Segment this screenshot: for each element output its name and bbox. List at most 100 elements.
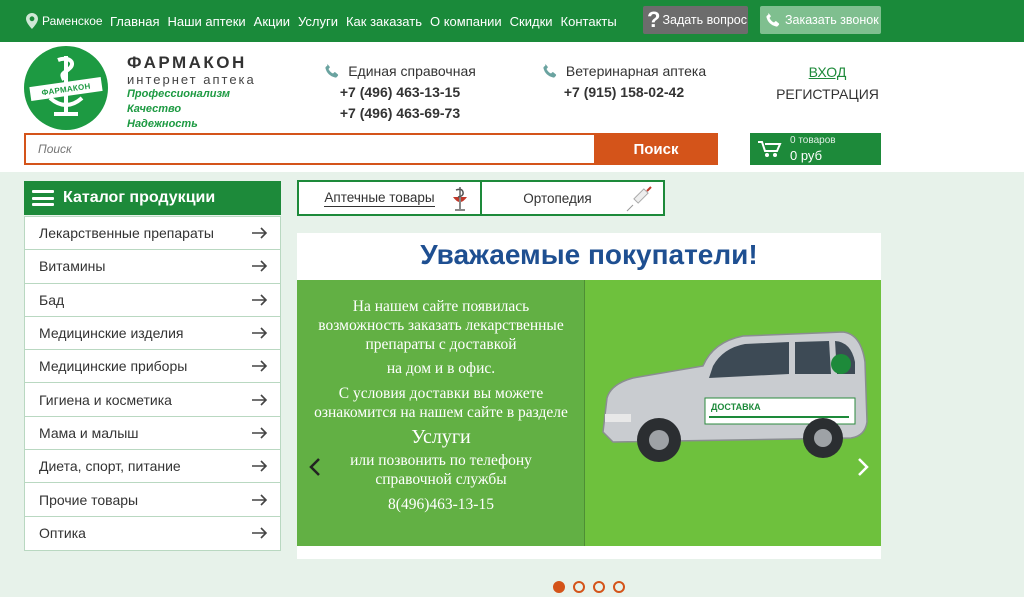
nav-promotions[interactable]: Акции bbox=[254, 14, 290, 29]
main-contact-block: Единая справочная +7 (496) 463-13-15 +7 … bbox=[300, 63, 500, 121]
slider-dot-2[interactable] bbox=[573, 581, 585, 593]
tab-orthopedics-label: Ортопедия bbox=[523, 190, 592, 206]
banner-line: справочной службы bbox=[375, 471, 507, 488]
search-field bbox=[24, 133, 594, 165]
catalog-item-mother-baby[interactable]: Мама и малыш bbox=[25, 417, 280, 451]
vet-contact-title: Ветеринарная аптека bbox=[565, 63, 707, 79]
banner-line: на дом и в офис. bbox=[386, 360, 496, 377]
tab-pharmacy-goods-label: Аптечные товары bbox=[324, 189, 435, 207]
catalog-item-medicines[interactable]: Лекарственные препараты bbox=[25, 217, 280, 251]
catalog-item-other[interactable]: Прочие товары bbox=[25, 483, 280, 517]
banner-line: С условия доставки вы можете bbox=[338, 385, 544, 402]
catalog-title: Каталог продукции bbox=[63, 189, 216, 206]
main-contact-title: Единая справочная bbox=[348, 63, 476, 79]
slider-dot-1[interactable] bbox=[553, 581, 565, 593]
catalog-item-label: Мама и малыш bbox=[39, 424, 139, 441]
banner-text-panel: На нашем сайте появилась возможность зак… bbox=[297, 280, 585, 546]
logo[interactable]: ФАРМАКОН bbox=[24, 46, 108, 130]
arrow-right-icon bbox=[252, 427, 268, 439]
city-selector[interactable]: Раменское bbox=[26, 11, 103, 31]
cart-sum: 0 руб bbox=[790, 148, 823, 163]
catalog-item-supplements[interactable]: Бад bbox=[25, 284, 280, 317]
request-call-button[interactable]: Заказать звонок bbox=[760, 6, 881, 34]
arrow-right-icon bbox=[252, 360, 268, 372]
nav-home[interactable]: Главная bbox=[110, 14, 159, 29]
banner-line: Услуги bbox=[411, 426, 471, 448]
arrow-right-icon bbox=[252, 294, 268, 306]
nav-services[interactable]: Услуги bbox=[298, 14, 338, 29]
nav-contacts[interactable]: Контакты bbox=[561, 14, 617, 29]
slogan-1: Профессионализм bbox=[127, 88, 231, 100]
nav-pharmacies[interactable]: Наши аптеки bbox=[167, 14, 245, 29]
nav-about[interactable]: О компании bbox=[430, 14, 502, 29]
catalog-item-label: Оптика bbox=[39, 525, 86, 542]
question-mark-icon: ? bbox=[647, 7, 661, 32]
login-link[interactable]: ВХОД bbox=[774, 64, 881, 80]
cart-button[interactable]: 0 товаров 0 руб bbox=[750, 133, 881, 165]
catalog-header[interactable]: Каталог продукции bbox=[24, 181, 281, 215]
search-input[interactable] bbox=[26, 135, 594, 163]
catalog-item-label: Витамины bbox=[39, 258, 106, 275]
arrow-right-icon bbox=[252, 227, 268, 239]
slider-dot-3[interactable] bbox=[593, 581, 605, 593]
catalog-list: Лекарственные препараты Витамины Бад Мед… bbox=[24, 216, 281, 551]
banner-line: препараты с доставкой bbox=[365, 336, 517, 353]
ask-question-label: Задать вопрос bbox=[662, 13, 748, 27]
main-phone-1[interactable]: +7 (496) 463-13-15 bbox=[300, 84, 500, 100]
arrow-right-icon bbox=[252, 493, 268, 506]
main-phone-2[interactable]: +7 (496) 463-69-73 bbox=[300, 105, 500, 121]
brand-name: ФАРМАКОН bbox=[127, 53, 247, 72]
nav-how-to-order[interactable]: Как заказать bbox=[346, 14, 422, 29]
catalog-item-label: Прочие товары bbox=[39, 491, 139, 508]
brand-subtitle: интернет аптека bbox=[127, 72, 256, 87]
banner-title: Уважаемые покупатели! bbox=[420, 239, 758, 270]
prev-slide-icon[interactable] bbox=[305, 457, 325, 477]
city-name: Раменское bbox=[42, 14, 103, 28]
catalog-item-label: Диета, спорт, питание bbox=[39, 458, 181, 475]
banner-line: возможность заказать лекарственные bbox=[318, 317, 564, 334]
catalog-item-hygiene[interactable]: Гигиена и косметика bbox=[25, 383, 280, 417]
delivery-car-illustration: ДОСТАВКА bbox=[602, 331, 868, 462]
car-label: ДОСТАВКА bbox=[711, 402, 761, 412]
slider-pagination bbox=[553, 581, 633, 593]
slogan-2: Качество bbox=[127, 103, 182, 115]
hamburger-menu-icon bbox=[32, 190, 54, 206]
phone-icon bbox=[543, 64, 556, 78]
banner-line: На нашем сайте появилась bbox=[352, 298, 530, 315]
nav-discounts[interactable]: Скидки bbox=[510, 14, 553, 29]
promo-banner[interactable]: Уважаемые покупатели! На нашем сайте поя… bbox=[297, 233, 881, 559]
ask-question-button[interactable]: ? Задать вопрос bbox=[643, 6, 748, 34]
catalog-item-diet-sport[interactable]: Диета, спорт, питание bbox=[25, 450, 280, 484]
catalog-item-medical-products[interactable]: Медицинские изделия bbox=[25, 317, 280, 351]
cart-count: 0 товаров bbox=[790, 135, 836, 146]
catalog-item-label: Медицинские приборы bbox=[39, 358, 188, 375]
arrow-right-icon bbox=[252, 327, 268, 339]
arrow-right-icon bbox=[252, 527, 268, 539]
search-button[interactable]: Поиск bbox=[594, 133, 718, 165]
category-tabs: Аптечные товары Ортопедия bbox=[297, 180, 665, 216]
arrow-right-icon bbox=[252, 460, 268, 472]
auth-block: ВХОД РЕГИСТРАЦИЯ bbox=[774, 64, 881, 102]
catalog-item-medical-devices[interactable]: Медицинские приборы bbox=[25, 350, 280, 384]
catalog-item-label: Бад bbox=[39, 291, 65, 308]
arrow-right-icon bbox=[252, 394, 268, 406]
register-link[interactable]: РЕГИСТРАЦИЯ bbox=[774, 86, 881, 102]
slider-dot-4[interactable] bbox=[613, 581, 625, 593]
location-pin-icon bbox=[26, 13, 38, 29]
catalog-item-label: Гигиена и косметика bbox=[39, 391, 172, 408]
banner-line: или позвонить по телефону bbox=[350, 452, 532, 469]
phone-icon bbox=[325, 64, 339, 78]
tab-orthopedics[interactable]: Ортопедия bbox=[480, 182, 663, 214]
banner-line: 8(496)463-13-15 bbox=[388, 496, 494, 513]
tab-pharmacy-goods[interactable]: Аптечные товары bbox=[299, 182, 480, 214]
vet-phone[interactable]: +7 (915) 158-02-42 bbox=[524, 84, 724, 100]
banner-image: На нашем сайте появилась возможность зак… bbox=[297, 280, 881, 546]
top-bar: Раменское Главная Наши аптеки Акции Услу… bbox=[0, 0, 1024, 42]
syringe-icon bbox=[626, 186, 652, 212]
catalog-item-label: Лекарственные препараты bbox=[39, 225, 214, 242]
next-slide-icon[interactable] bbox=[853, 457, 873, 477]
catalog-item-vitamins[interactable]: Витамины bbox=[25, 250, 280, 284]
vet-contact-block: Ветеринарная аптека +7 (915) 158-02-42 bbox=[524, 63, 724, 100]
catalog-item-optics[interactable]: Оптика bbox=[25, 517, 280, 550]
bowl-of-hygieia-icon bbox=[453, 187, 467, 211]
